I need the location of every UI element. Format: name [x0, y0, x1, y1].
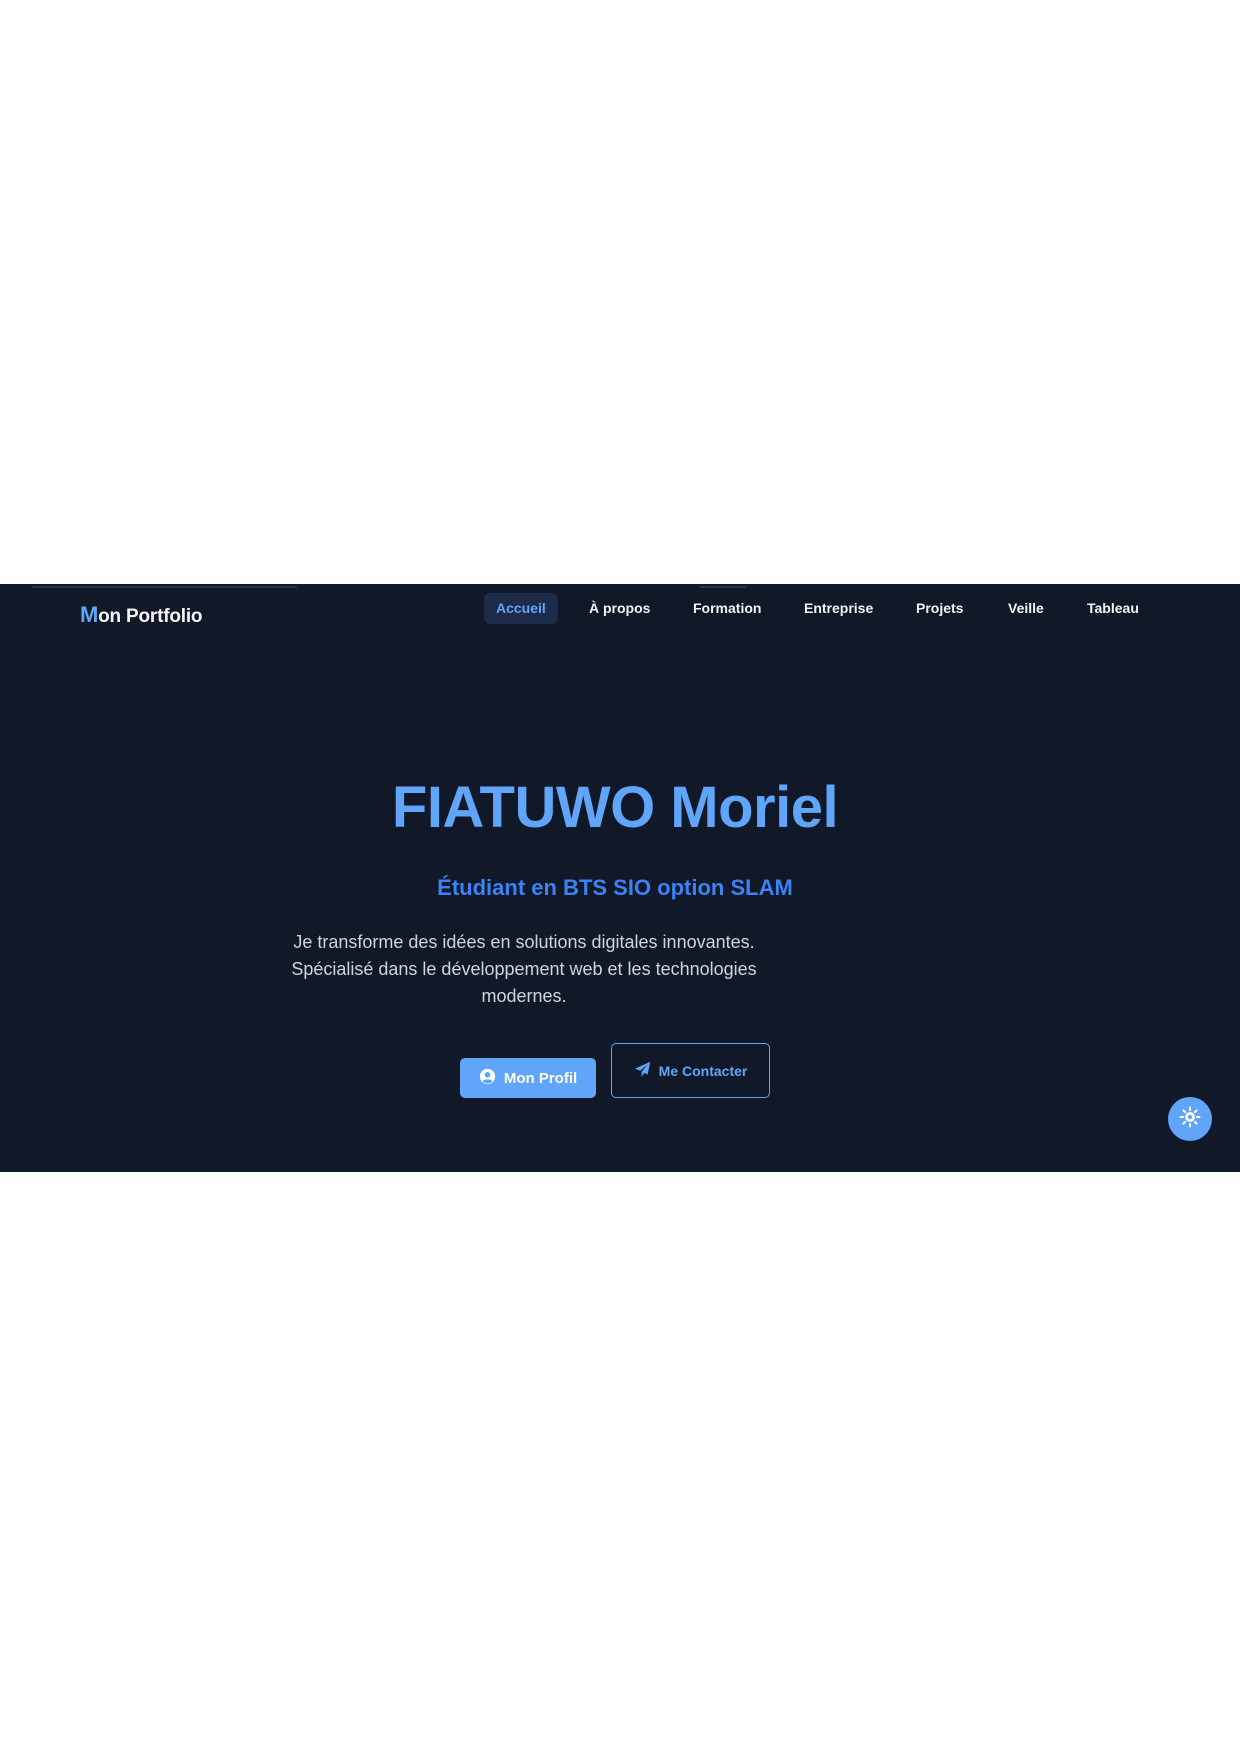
nav-item-veille[interactable]: Veille — [996, 593, 1056, 624]
nav-item-formation[interactable]: Formation — [681, 593, 773, 624]
profile-button-label: Mon Profil — [503, 1069, 578, 1087]
contact-button-label: Me Contacter — [658, 1062, 748, 1079]
section-divider — [32, 586, 297, 588]
contact-button[interactable]: Me Contacter — [611, 1043, 770, 1098]
portfolio-banner: Mon Portfolio Accueil À propos Formation… — [0, 584, 1240, 1172]
nav-item-tableau[interactable]: Tableau — [1075, 593, 1151, 624]
nav-item-projets[interactable]: Projets — [904, 593, 975, 624]
logo-initial: M — [80, 602, 99, 627]
sun-icon — [1179, 1106, 1201, 1133]
navbar: Mon Portfolio Accueil À propos Formation… — [0, 584, 1240, 647]
logo-text: on Portfolio — [98, 606, 203, 627]
user-circle-icon — [479, 1068, 496, 1089]
nav-item-entreprise[interactable]: Entreprise — [792, 593, 885, 624]
hero-description: Je transforme des idées en solutions dig… — [291, 932, 757, 1006]
paper-plane-icon — [634, 1061, 651, 1081]
hero-subtitle: Étudiant en BTS SIO option SLAM — [437, 875, 793, 900]
nav-item-accueil[interactable]: Accueil — [484, 593, 558, 624]
section-divider — [700, 586, 746, 588]
theme-toggle-button[interactable] — [1168, 1097, 1212, 1141]
hero-name: FIATUWO Moriel — [391, 775, 839, 840]
site-logo[interactable]: Mon Portfolio — [80, 602, 203, 628]
profile-button[interactable]: Mon Profil — [460, 1058, 596, 1098]
nav-item-a-propos[interactable]: À propos — [577, 593, 662, 624]
